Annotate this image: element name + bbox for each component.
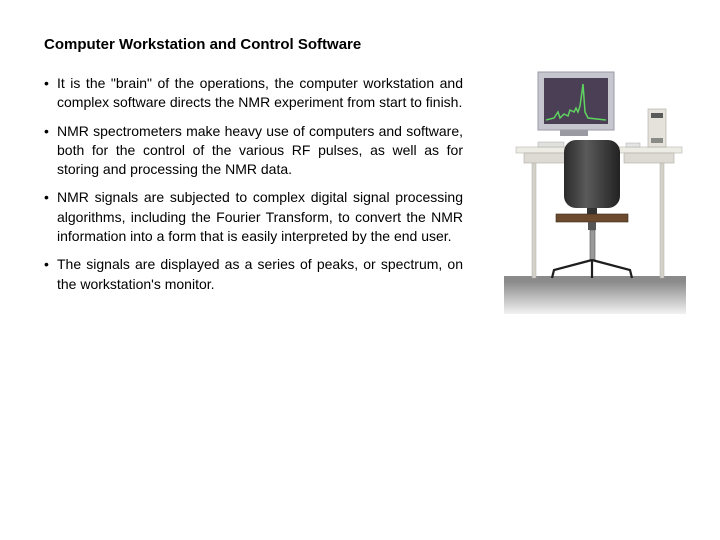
chair-column xyxy=(588,222,596,230)
bullet-item: • NMR signals are subjected to complex di… xyxy=(44,188,463,246)
floor-shadow xyxy=(504,282,686,314)
chair-gas-lift xyxy=(589,229,596,261)
mouse-pad xyxy=(625,142,641,148)
bullet-dot: • xyxy=(44,189,49,206)
bullet-text: NMR signals are subjected to complex dig… xyxy=(57,189,463,245)
bullet-item: • It is the "brain" of the operations, th… xyxy=(44,74,463,113)
bullet-item: • The signals are displayed as a series o… xyxy=(44,255,463,294)
tower-panel xyxy=(651,138,663,143)
desk-leg-left xyxy=(531,159,537,279)
chair-seat xyxy=(555,213,629,223)
bullet-dot: • xyxy=(44,256,49,273)
bullet-dot: • xyxy=(44,122,49,139)
bullet-list: • It is the "brain" of the operations, th… xyxy=(44,74,463,303)
monitor-screen xyxy=(544,78,608,124)
bullet-text: It is the "brain" of the operations, the… xyxy=(57,75,463,111)
floor xyxy=(504,276,686,282)
monitor-base xyxy=(560,130,588,136)
keyboard xyxy=(537,141,565,148)
bullet-text: The signals are displayed as a series of… xyxy=(57,256,463,292)
tower-drive xyxy=(651,113,663,118)
bullet-item: • NMR spectrometers make heavy use of com… xyxy=(44,122,463,180)
desk-drawer-right xyxy=(623,152,675,164)
desk-drawer-left xyxy=(523,152,567,164)
bullet-dot: • xyxy=(44,75,49,91)
workstation-illustration xyxy=(504,71,686,314)
chair-back xyxy=(564,140,620,208)
slide-title: Computer Workstation and Control Softwar… xyxy=(44,36,362,53)
chair-base xyxy=(550,258,634,279)
desk-leg-right xyxy=(659,159,665,279)
bullet-text: NMR spectrometers make heavy use of comp… xyxy=(57,122,463,178)
